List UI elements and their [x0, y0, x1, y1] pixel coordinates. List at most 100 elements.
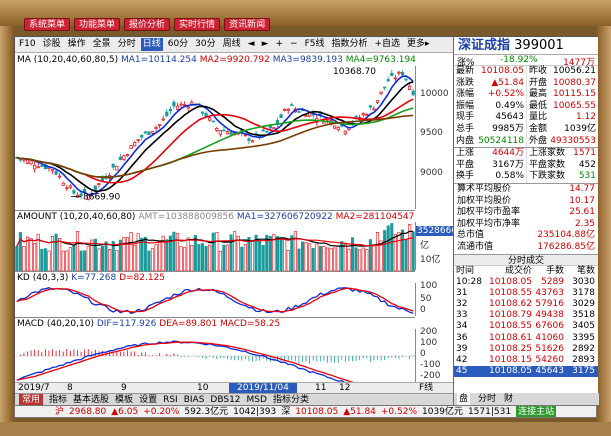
price-chart[interactable]: 10368.70 8669.90	[15, 66, 415, 209]
indicator-tab[interactable]: 指标	[49, 394, 67, 405]
toolbar-item[interactable]: +	[273, 38, 285, 51]
candle-body	[165, 111, 169, 117]
volume-bar	[393, 234, 397, 271]
trade-row[interactable]: 33 10108.79 49438 3518	[454, 310, 598, 321]
candle-body	[125, 154, 130, 157]
connection-status[interactable]: 连接主站	[516, 406, 557, 417]
indicator-tab[interactable]: 设置	[139, 394, 157, 405]
toolbar-item[interactable]: 诊股	[41, 38, 63, 51]
quote-label: 加权平均市净率	[457, 218, 521, 229]
trade-row[interactable]: 32 10108.62 57916 3029	[454, 299, 598, 310]
volume-chart[interactable]	[15, 223, 415, 271]
quote-extra: 算术平均股价 14.77 加权平均股价 10.17 加权平均市盈率 25.61 加权平均市净…	[454, 182, 598, 254]
toolbar-item[interactable]: +自选	[373, 38, 403, 51]
trade-row[interactable]: 42 10108.15 54260 2893	[454, 355, 598, 366]
quote-header: 深证成指 399001	[454, 37, 598, 55]
volume-bar	[325, 247, 330, 271]
trade-cell: 43763	[535, 287, 564, 298]
top-menu-item[interactable]: 报价分析	[124, 18, 171, 31]
volume-bar	[129, 232, 133, 271]
trade-row[interactable]: 31 10108.55 43763 3178	[454, 288, 598, 299]
toolbar-item[interactable]: F10	[17, 38, 38, 51]
volume-pane[interactable]: AMOUNT (10,20,40,60,80) AMT=103888009856…	[15, 210, 453, 271]
toolbar-item[interactable]: 日线	[140, 38, 163, 51]
volume-bar	[186, 237, 190, 271]
kd-params: (40,3,3)	[32, 273, 69, 283]
volume-bar	[315, 243, 319, 271]
kd-chart[interactable]	[15, 284, 415, 317]
toolbar-item[interactable]: ►	[260, 38, 271, 51]
ma-legend: MA (10,20,40,60,80,5) MA1=10114.254 MA2=…	[15, 54, 453, 66]
toolbar-item[interactable]: F5线	[303, 38, 327, 51]
indicator-tab[interactable]: 基本选股	[73, 394, 109, 405]
quote-value: 10065.55	[553, 100, 596, 111]
trade-cell: 10108.62	[489, 299, 532, 310]
quote-row: 振幅 0.49% 最低 10065.55	[454, 100, 598, 113]
trade-header: 时间 成交价 手数 笔数	[454, 266, 598, 277]
quote-value: 1.12	[575, 112, 596, 123]
toolbar-item[interactable]: 30分	[193, 38, 217, 51]
trade-cell: 45643	[535, 366, 564, 377]
toolbar-item[interactable]: 更多▸	[405, 38, 432, 51]
kd-axis: 100 50 0	[415, 281, 453, 316]
top-menu-item[interactable]: 资讯新闻	[224, 18, 271, 31]
indicator-tab[interactable]: RSI	[163, 394, 178, 405]
volume-label: AMOUNT	[17, 212, 57, 222]
trade-row[interactable]: 10:28 10108.05 5289 3030	[454, 277, 598, 288]
quote-tab[interactable]: 财	[504, 393, 513, 405]
sh-label: 沪	[55, 407, 65, 417]
sz-amount: 1039亿元	[422, 407, 463, 417]
quote-tab[interactable]: 盘	[457, 393, 471, 405]
macd-pane[interactable]: MACD (40,20,10) DIF=117.926 DEA=89.801 M…	[15, 317, 453, 383]
quote-label: 加权平均股价	[457, 195, 512, 206]
toolbar-item[interactable]: 操作	[66, 38, 88, 51]
dea-value: DEA=89.801	[159, 319, 218, 329]
quote-tab[interactable]: 分时	[478, 393, 496, 405]
candle-body	[93, 185, 97, 190]
candle-body	[211, 120, 215, 123]
toolbar-item[interactable]: −	[288, 38, 300, 51]
candle-body	[297, 111, 301, 113]
volume-bar	[222, 244, 226, 271]
volume-bar	[383, 230, 387, 271]
trade-row[interactable]: 39 10108.25 51626 2892	[454, 344, 598, 355]
macd-chart[interactable]	[15, 330, 415, 383]
price-pane[interactable]: MA (10,20,40,60,80,5) MA1=10114.254 MA2=…	[15, 54, 453, 209]
trade-row[interactable]: 45 10108.05 45643 3175	[454, 366, 598, 378]
top-menu-item[interactable]: 系统菜单	[24, 18, 71, 31]
toolbar-item[interactable]: 60分	[166, 38, 190, 51]
quote-value: 235104.88亿	[537, 230, 595, 241]
quote-extra-row: 总市值 235104.88亿	[454, 230, 598, 242]
candle-body	[50, 169, 55, 172]
toolbar-item[interactable]: 分时	[116, 38, 138, 51]
indicator-tab[interactable]: 模板	[115, 394, 133, 405]
indicator-tab[interactable]: DBS12	[210, 394, 240, 405]
indicator-tab[interactable]: BIAS	[184, 394, 205, 405]
trade-cell: 49438	[535, 310, 564, 321]
candle-body	[168, 108, 172, 112]
trade-title[interactable]: 分时成交	[454, 253, 598, 266]
volume-bar	[343, 244, 347, 271]
top-menu-item[interactable]: 功能菜单	[74, 18, 121, 31]
top-menu-item[interactable]: 实时行情	[174, 18, 221, 31]
quote-label: 算术平均股价	[457, 183, 512, 194]
indicator-tab[interactable]: MSD	[247, 394, 267, 405]
trade-row[interactable]: 34 10108.55 67606 3405	[454, 321, 598, 332]
quote-label: 总市值	[457, 230, 485, 241]
volume-bar	[108, 249, 112, 271]
volume-bar	[65, 250, 69, 271]
volume-bar	[18, 232, 22, 271]
quote-cell: 涨跌 ▲51.84	[454, 78, 526, 90]
volume-bar	[225, 244, 230, 271]
trade-row[interactable]: 36 10108.61 41060 3395	[454, 333, 598, 344]
toolbar-item[interactable]: 周线	[221, 38, 243, 51]
candle-body	[268, 125, 272, 129]
indicator-tab[interactable]: 指标分类	[273, 394, 309, 405]
indicator-tab[interactable]: 常用	[19, 394, 44, 405]
trade-cell: 3029	[572, 299, 595, 310]
toolbar-item[interactable]: ◄	[246, 38, 257, 51]
quote-value: 10108.05	[481, 66, 524, 76]
kd-pane[interactable]: KD (40,3,3) K=77.268 D=82.125	[15, 271, 453, 317]
toolbar-item[interactable]: 指数分析	[329, 38, 369, 51]
toolbar-item[interactable]: 全景	[91, 38, 113, 51]
